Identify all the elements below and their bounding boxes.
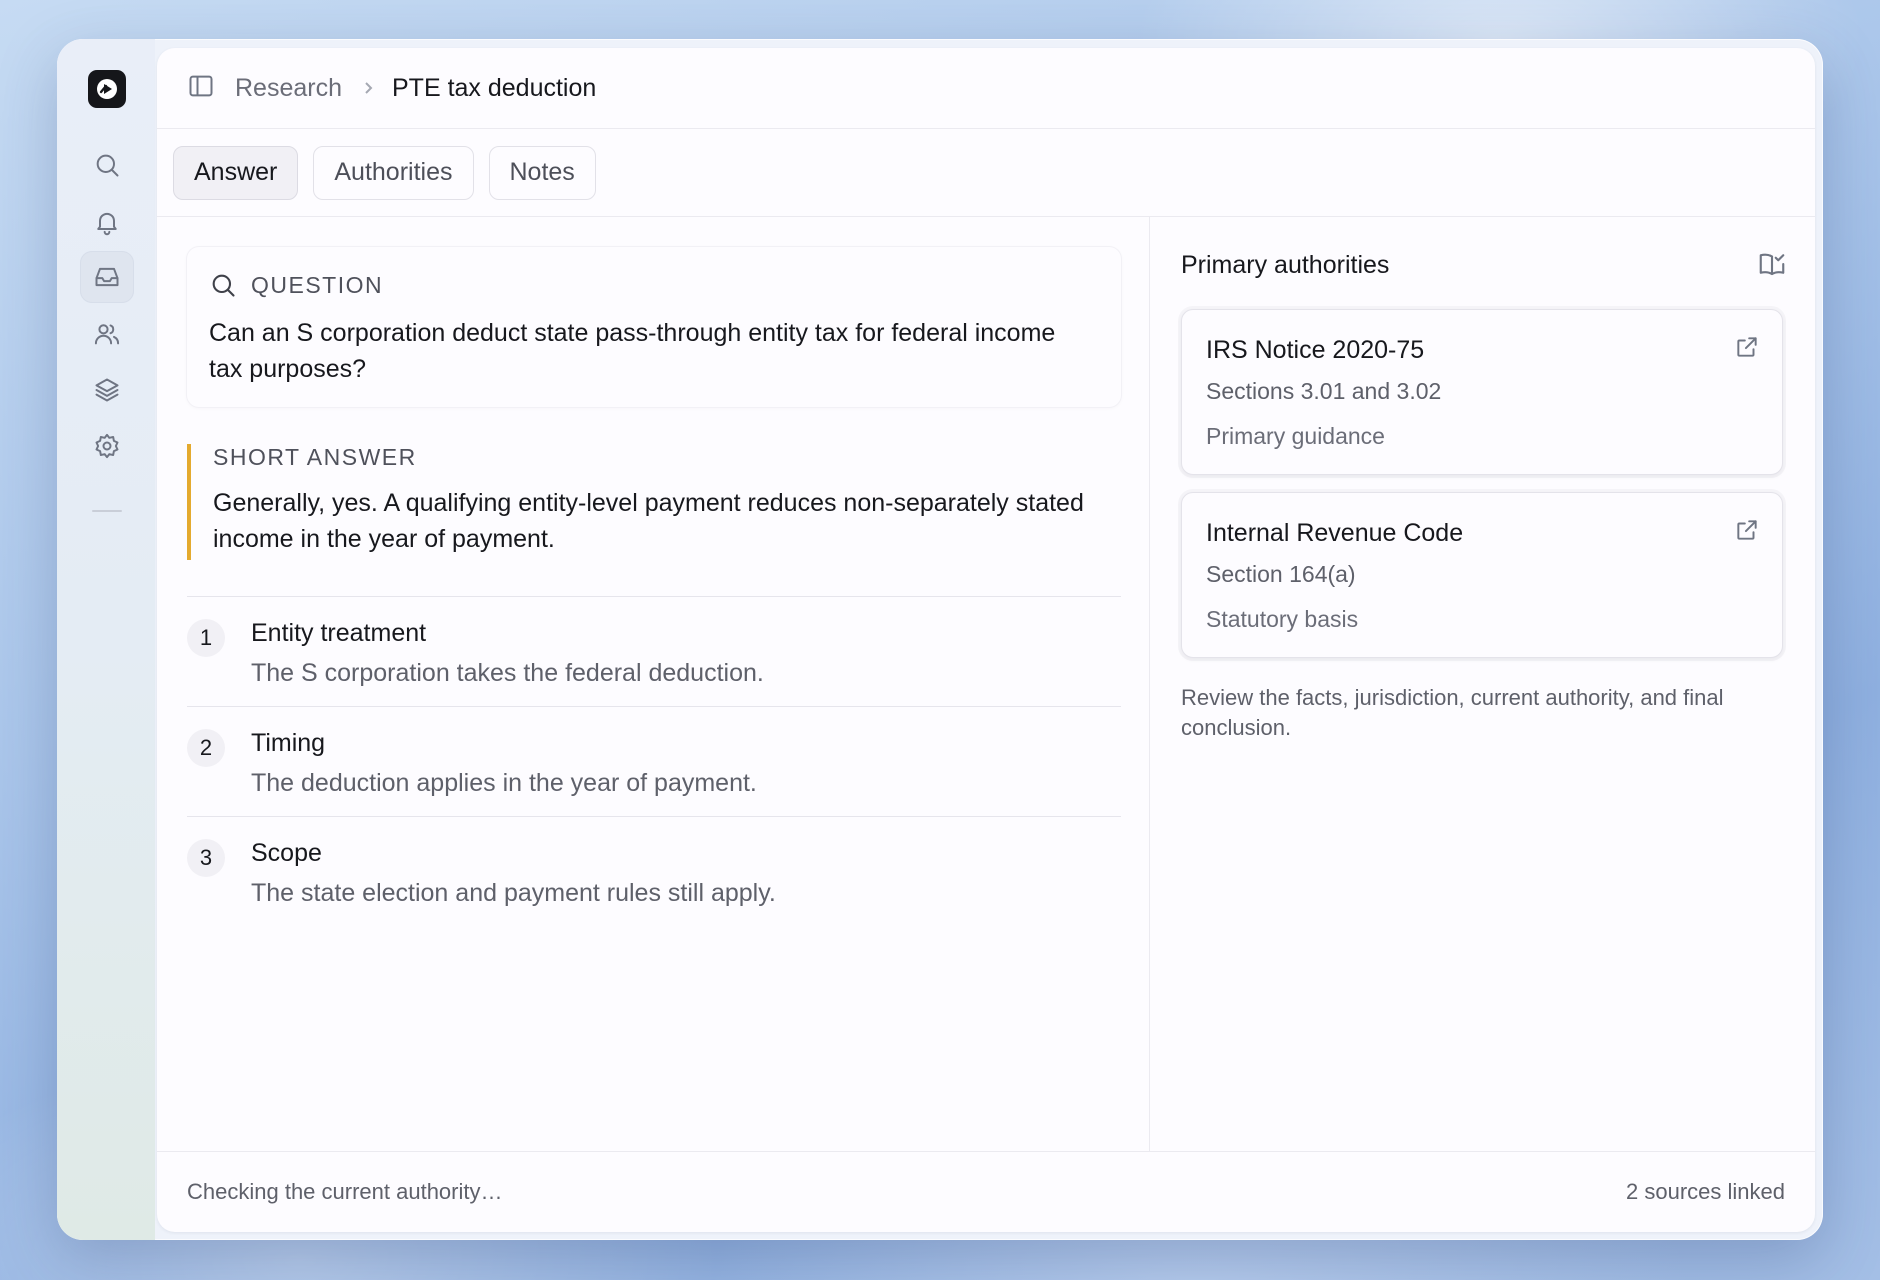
list-item: 3 Scope The state election and payment r… <box>187 816 1121 926</box>
inbox-icon <box>95 267 119 287</box>
rail-users-button[interactable] <box>80 308 134 360</box>
question-label: QUESTION <box>251 271 384 298</box>
authorities-pane: Primary authorities IRS Notice 2020-75 S… <box>1151 217 1815 1151</box>
external-link-icon <box>1737 520 1757 540</box>
point-title: Scope <box>251 839 322 867</box>
question-card: QUESTION Can an S corporation deduct sta… <box>187 247 1121 407</box>
short-answer-label: SHORT ANSWER <box>213 444 417 470</box>
status-bar: Checking the current authority… 2 source… <box>157 1151 1815 1232</box>
point-title: Entity treatment <box>251 619 427 647</box>
search-icon <box>212 274 235 297</box>
sources-count: 2 sources linked <box>1626 1179 1785 1204</box>
authority-meta: Primary guidance <box>1206 423 1385 449</box>
point-number: 3 <box>187 839 225 877</box>
authority-card[interactable]: Internal Revenue Code Section 164(a) Sta… <box>1181 492 1783 658</box>
short-answer: SHORT ANSWER Generally, yes. A qualifyin… <box>187 444 1121 560</box>
chevron-right-icon <box>360 80 376 96</box>
top-bar: Research PTE tax deduction <box>157 48 1815 129</box>
tab-bar: Answer Authorities Notes <box>157 129 1815 217</box>
rail-divider <box>92 510 122 512</box>
authorities-book-button[interactable] <box>1757 249 1787 284</box>
search-icon <box>96 154 119 177</box>
point-description: The deduction applies in the year of pay… <box>251 769 757 797</box>
authority-title: Internal Revenue Code <box>1206 519 1464 547</box>
point-number: 1 <box>187 619 225 657</box>
sidebar-toggle-icon <box>189 75 213 96</box>
breadcrumb-current: PTE tax deduction <box>392 73 597 102</box>
rail-inbox-button[interactable] <box>80 251 134 303</box>
list-item: 2 Timing The deduction applies in the ye… <box>187 706 1121 816</box>
authority-meta: Statutory basis <box>1206 606 1359 632</box>
logo-icon <box>97 79 117 99</box>
sidebar-rail <box>57 39 155 1240</box>
answer-pane: QUESTION Can an S corporation deduct sta… <box>157 217 1150 1151</box>
book-check-icon <box>1759 253 1785 276</box>
main-panel: Research PTE tax deduction Answer Author… <box>157 48 1815 1232</box>
authority-subtitle: Section 164(a) <box>1206 561 1356 587</box>
breadcrumb-parent[interactable]: Research <box>235 74 342 103</box>
point-title: Timing <box>251 729 326 757</box>
open-authority-button[interactable] <box>1734 334 1760 365</box>
rail-notifications-button[interactable] <box>80 196 134 248</box>
authority-card[interactable]: IRS Notice 2020-75 Sections 3.01 and 3.0… <box>1181 309 1783 475</box>
point-description: The S corporation takes the federal dedu… <box>251 659 764 687</box>
tab-notes[interactable]: Notes <box>488 145 596 200</box>
authority-title: IRS Notice 2020-75 <box>1206 336 1425 364</box>
status-message: Checking the current authority… <box>187 1179 503 1204</box>
point-description: The state election and payment rules sti… <box>251 879 776 907</box>
short-answer-text: Generally, yes. A qualifying entity-leve… <box>213 489 1084 553</box>
review-note: Review the facts, jurisdiction, current … <box>1181 685 1724 740</box>
tab-answer[interactable]: Answer <box>173 145 299 200</box>
authority-subtitle: Sections 3.01 and 3.02 <box>1206 378 1442 404</box>
rail-layers-button[interactable] <box>80 364 134 416</box>
app-logo[interactable] <box>88 70 126 108</box>
rail-search-button[interactable] <box>80 139 134 191</box>
toggle-sidebar-button[interactable] <box>187 72 215 105</box>
rail-settings-button[interactable] <box>80 420 134 472</box>
app-window: Research PTE tax deduction Answer Author… <box>57 39 1823 1240</box>
point-number: 2 <box>187 729 225 767</box>
list-item: 1 Entity treatment The S corporation tak… <box>187 596 1121 706</box>
layers-icon <box>95 378 119 402</box>
question-text: Can an S corporation deduct state pass-t… <box>209 319 1056 383</box>
authorities-title: Primary authorities <box>1181 251 1390 279</box>
external-link-icon <box>1737 337 1757 357</box>
question-header: QUESTION <box>209 271 383 299</box>
tab-authorities[interactable]: Authorities <box>313 145 474 200</box>
users-icon <box>94 324 120 345</box>
bell-icon <box>97 212 117 236</box>
settings-icon <box>95 433 119 459</box>
open-authority-button[interactable] <box>1734 517 1760 548</box>
